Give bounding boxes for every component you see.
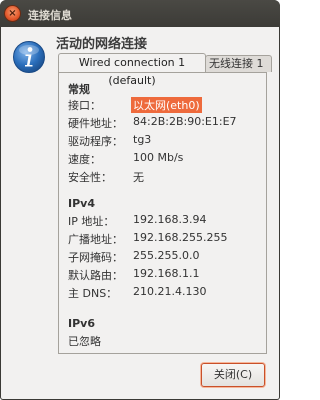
window-title: 连接信息 bbox=[28, 9, 72, 22]
ip-address-value: 192.168.3.94 bbox=[133, 213, 207, 226]
default-route-label: 默认路由： bbox=[68, 269, 123, 282]
section-general-title: 常规 bbox=[68, 83, 90, 96]
title-bar: × 连接信息 bbox=[0, 0, 280, 27]
security-value: 无 bbox=[133, 171, 144, 184]
interface-label: 接口： bbox=[68, 99, 101, 112]
broadcast-value: 192.168.255.255 bbox=[133, 231, 228, 244]
window-close-button[interactable]: × bbox=[5, 6, 20, 21]
speed-value: 100 Mb/s bbox=[133, 151, 184, 164]
hardware-address-value: 84:2B:2B:90:E1:E7 bbox=[133, 115, 237, 128]
tab-wireless-connection[interactable]: 无线连接 1 bbox=[205, 55, 272, 72]
page-heading: 活动的网络连接 bbox=[56, 37, 148, 52]
interface-value: 以太网(eth0) bbox=[131, 97, 202, 113]
driver-value: tg3 bbox=[133, 133, 152, 146]
connection-info-window: × 连接信息 活动的网络连接 Wired connection 1 (defau… bbox=[0, 0, 280, 400]
primary-dns-label: 主 DNS： bbox=[68, 287, 118, 300]
info-icon bbox=[13, 41, 45, 73]
section-ipv6-title: IPv6 bbox=[68, 317, 95, 330]
subnet-mask-value: 255.255.0.0 bbox=[133, 249, 200, 262]
driver-label: 驱动程序： bbox=[68, 135, 123, 148]
ip-address-label: IP 地址： bbox=[68, 215, 115, 228]
section-ipv4-title: IPv4 bbox=[68, 197, 95, 210]
tab-wired-connection[interactable]: Wired connection 1 (default) bbox=[58, 53, 206, 87]
ipv6-status-text: 已忽略 bbox=[68, 335, 101, 348]
hardware-address-label: 硬件地址： bbox=[68, 117, 123, 130]
speed-label: 速度： bbox=[68, 153, 101, 166]
connection-details-panel: 常规 接口： 以太网(eth0) 硬件地址： 84:2B:2B:90:E1:E7… bbox=[58, 72, 267, 354]
security-label: 安全性： bbox=[68, 171, 112, 184]
close-icon: × bbox=[8, 8, 17, 19]
primary-dns-value: 210.21.4.130 bbox=[133, 285, 207, 298]
subnet-mask-label: 子网掩码： bbox=[68, 251, 123, 264]
default-route-value: 192.168.1.1 bbox=[133, 267, 200, 280]
broadcast-label: 广播地址： bbox=[68, 233, 123, 246]
close-button[interactable]: 关闭(C) bbox=[201, 363, 265, 387]
